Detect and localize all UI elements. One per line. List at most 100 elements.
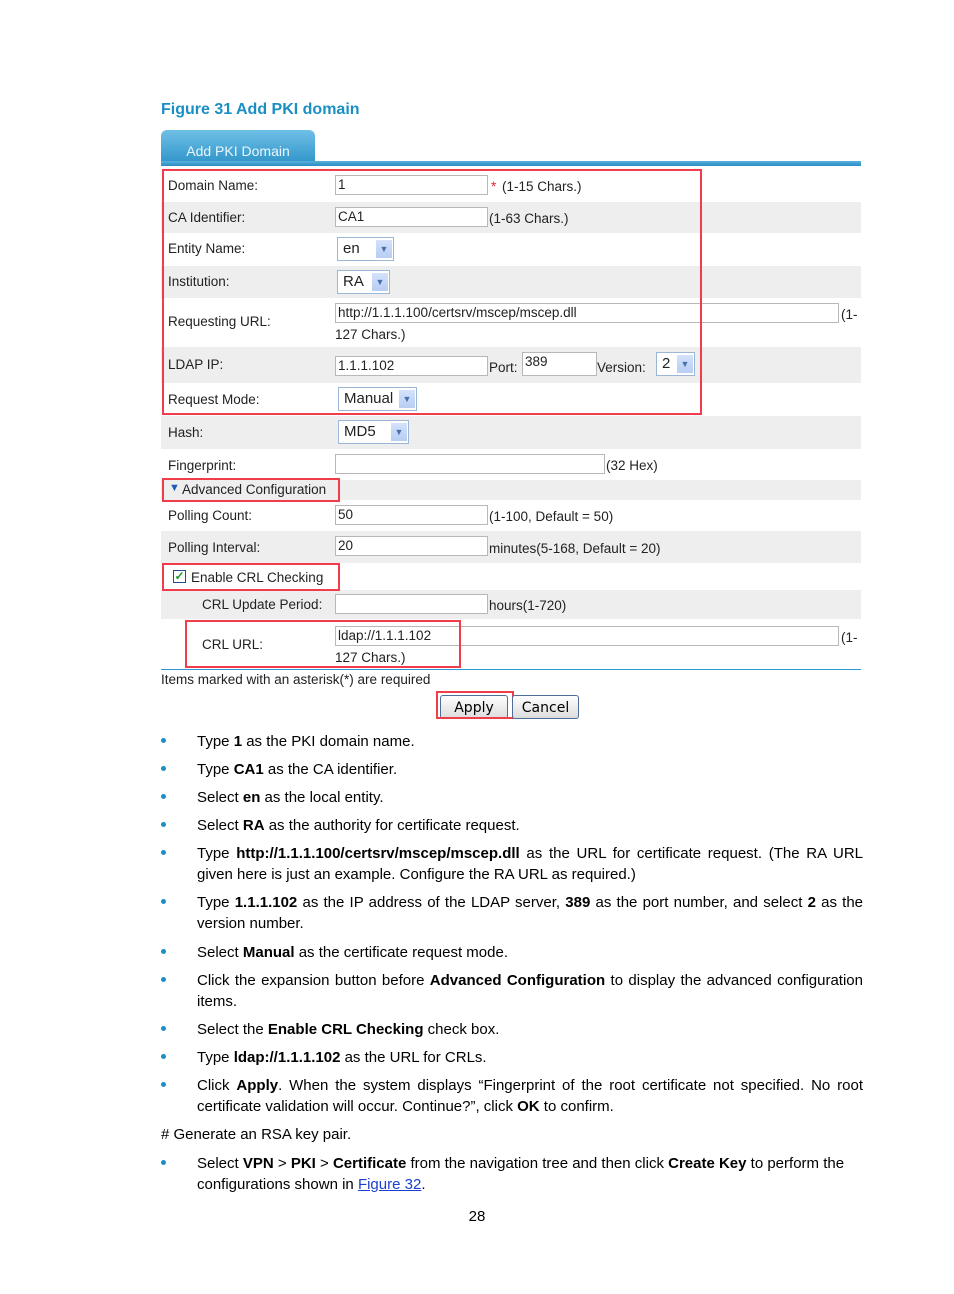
bold-term: Create Key xyxy=(668,1155,747,1172)
page-number: 28 xyxy=(468,1208,486,1225)
bold-term: Enable CRL Checking xyxy=(267,1021,424,1038)
row-crl-url: CRL URL: ldap://1.1.1.102 (1- 127 Chars.… xyxy=(161,619,861,669)
enable-crl-label: Enable CRL Checking xyxy=(191,570,324,585)
chevron-down-icon[interactable]: ▼ xyxy=(376,240,392,258)
bold-term: Apply xyxy=(236,1077,279,1094)
hash-selected: MD5 xyxy=(344,423,376,440)
chevron-down-icon[interactable]: ▼ xyxy=(372,273,388,291)
bullet-icon xyxy=(161,1026,169,1034)
polling-count-hint: (1-100, Default = 50) xyxy=(489,509,614,524)
crl-url-label: CRL URL: xyxy=(202,637,264,652)
step-item: Select en as the local entity. xyxy=(197,789,384,806)
bullet-icon xyxy=(161,977,169,985)
bullet-icon xyxy=(161,1082,169,1090)
bold-term: ldap://1.1.1.102 xyxy=(233,1049,341,1066)
request-mode-selected: Manual xyxy=(344,390,394,407)
version-select[interactable]: 2 ▼ xyxy=(656,352,695,376)
row-institution: Institution: RA ▼ xyxy=(161,266,861,298)
row-hash: Hash: MD5 ▼ xyxy=(161,416,861,449)
bold-term: Certificate xyxy=(332,1155,407,1172)
chevron-down-icon[interactable]: ▼ xyxy=(399,390,415,408)
step-item: Select Manual as the certificate request… xyxy=(197,944,508,961)
step-item: Click Apply. When the system displays “F… xyxy=(197,1077,863,1115)
domain-name-label: Domain Name: xyxy=(168,178,259,193)
version-selected: 2 xyxy=(662,355,671,372)
request-mode-label: Request Mode: xyxy=(168,392,260,407)
fingerprint-input[interactable] xyxy=(335,454,605,474)
generate-heading: # Generate an RSA key pair. xyxy=(161,1126,352,1143)
bullet-icon xyxy=(161,899,169,907)
row-request-mode: Request Mode: Manual ▼ xyxy=(161,383,861,416)
port-input[interactable]: 389 xyxy=(522,352,597,376)
port-label: Port: xyxy=(489,360,518,375)
row-domain-name: Domain Name: 1 * (1-15 Chars.) xyxy=(161,170,861,202)
bullet-icon xyxy=(161,949,169,957)
bold-term: PKI xyxy=(290,1155,316,1172)
ldap-ip-input[interactable]: 1.1.1.102 xyxy=(335,356,488,376)
add-pki-domain-form: Add PKI Domain Domain Name: 1 * (1-15 Ch… xyxy=(161,130,861,670)
bold-term: CA1 xyxy=(233,761,264,778)
tab-underline xyxy=(161,161,861,166)
figure-title: Figure 31 Add PKI domain xyxy=(161,101,360,118)
expand-triangle-icon[interactable]: ▼ xyxy=(169,482,180,494)
entity-name-selected: en xyxy=(343,240,360,257)
row-ca-identifier: CA Identifier: CA1 (1-63 Chars.) xyxy=(161,202,861,233)
domain-name-input[interactable]: 1 xyxy=(335,175,488,195)
row-entity-name: Entity Name: en ▼ xyxy=(161,233,861,266)
bullet-icon xyxy=(161,1054,169,1062)
crl-url-hint-part1: (1- xyxy=(841,630,858,645)
crl-url-hint-part2: 127 Chars.) xyxy=(335,650,406,665)
row-crl-update-period: CRL Update Period: hours(1-720) xyxy=(161,590,861,619)
institution-select[interactable]: RA ▼ xyxy=(337,270,390,294)
fingerprint-hint: (32 Hex) xyxy=(606,458,658,473)
row-advanced-configuration: ▼ Advanced Configuration xyxy=(161,480,861,500)
entity-name-label: Entity Name: xyxy=(168,241,246,256)
ca-identifier-label: CA Identifier: xyxy=(168,210,246,225)
crl-update-period-input[interactable] xyxy=(335,594,488,614)
crl-url-input[interactable]: ldap://1.1.1.102 xyxy=(335,626,839,646)
requesting-url-input[interactable]: http://1.1.1.100/certsrv/mscep/mscep.dll xyxy=(335,303,839,323)
bullet-icon xyxy=(161,766,169,774)
advanced-configuration-toggle[interactable]: Advanced Configuration xyxy=(182,482,326,497)
chevron-down-icon[interactable]: ▼ xyxy=(677,355,693,373)
hash-select[interactable]: MD5 ▼ xyxy=(338,420,409,444)
row-enable-crl: ✓ Enable CRL Checking xyxy=(161,563,861,590)
institution-selected: RA xyxy=(343,273,364,290)
entity-name-select[interactable]: en ▼ xyxy=(337,237,394,261)
tab-add-pki-domain[interactable]: Add PKI Domain xyxy=(161,130,315,165)
bold-term: 1.1.1.102 xyxy=(234,894,298,911)
bullet-icon xyxy=(161,822,169,830)
step-item: Type ldap://1.1.1.102 as the URL for CRL… xyxy=(197,1049,487,1066)
step-item: Click the expansion button before Advanc… xyxy=(197,972,863,1010)
polling-interval-label: Polling Interval: xyxy=(168,540,261,555)
bold-term: VPN xyxy=(242,1155,274,1172)
chevron-down-icon[interactable]: ▼ xyxy=(391,423,407,441)
row-requesting-url: Requesting URL: http://1.1.1.100/certsrv… xyxy=(161,298,861,347)
version-label: Version: xyxy=(597,360,646,375)
hash-label: Hash: xyxy=(168,425,204,440)
step-item: Select RA as the authority for certifica… xyxy=(197,817,520,834)
enable-crl-checkbox[interactable]: ✓ xyxy=(173,570,186,583)
polling-interval-hint: minutes(5-168, Default = 20) xyxy=(489,541,661,556)
ldap-ip-label: LDAP IP: xyxy=(168,357,224,372)
bold-term: Advanced Configuration xyxy=(429,972,606,989)
crl-update-period-label: CRL Update Period: xyxy=(202,597,323,612)
bullet-icon xyxy=(161,794,169,802)
cancel-button[interactable]: Cancel xyxy=(512,695,579,719)
bullet-icon xyxy=(161,850,169,858)
bullet-icon xyxy=(161,738,169,746)
polling-count-input[interactable]: 50 xyxy=(335,505,488,525)
bold-term: 389 xyxy=(565,894,591,911)
form-divider xyxy=(161,669,861,670)
fingerprint-label: Fingerprint: xyxy=(168,458,237,473)
requesting-url-hint-part1: (1- xyxy=(841,307,858,322)
apply-button[interactable]: Apply xyxy=(440,695,508,719)
polling-interval-input[interactable]: 20 xyxy=(335,536,488,556)
requesting-url-hint-part2: 127 Chars.) xyxy=(335,327,406,342)
bold-term: 2 xyxy=(807,894,816,911)
ca-identifier-hint: (1-63 Chars.) xyxy=(489,211,569,226)
ca-identifier-input[interactable]: CA1 xyxy=(335,207,488,227)
step-item: Type CA1 as the CA identifier. xyxy=(197,761,398,778)
request-mode-select[interactable]: Manual ▼ xyxy=(338,387,417,411)
figure-link[interactable]: Figure 32 xyxy=(358,1176,421,1193)
